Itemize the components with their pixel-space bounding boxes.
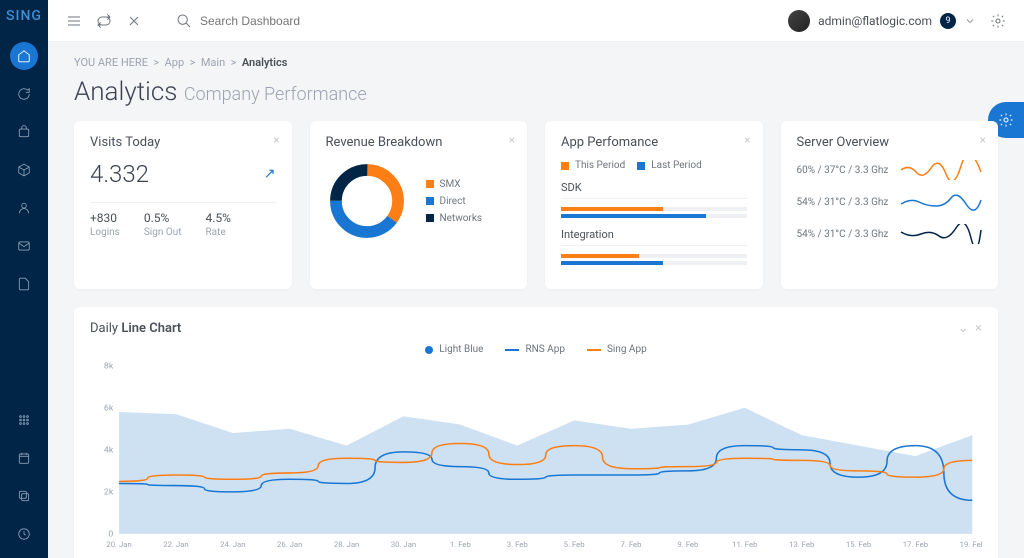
stat-cards: × Visits Today 4.332 ↗ +830Logins 0.5%Si…: [74, 121, 998, 289]
svg-text:9. Feb: 9. Feb: [677, 540, 698, 549]
nav-grid[interactable]: [10, 406, 38, 434]
card-visits: × Visits Today 4.332 ↗ +830Logins 0.5%Si…: [74, 121, 292, 289]
svg-text:19. Feb: 19. Feb: [960, 540, 982, 549]
svg-text:0: 0: [108, 530, 113, 540]
card-title: App Perfomance: [561, 135, 747, 150]
nav-package[interactable]: [10, 156, 38, 184]
svg-text:24. Jan: 24. Jan: [220, 540, 245, 549]
legend-item: Networks: [426, 213, 483, 224]
user-menu[interactable]: admin@flatlogic.com 9: [788, 10, 976, 32]
svg-text:11. Feb: 11. Feb: [732, 540, 757, 549]
search-wrap: [176, 13, 360, 29]
bars-sdk: [561, 207, 747, 218]
svg-text:15. Feb: 15. Feb: [846, 540, 871, 549]
search-input[interactable]: [200, 14, 360, 28]
card-revenue: × Revenue Breakdown SMX Direct Networks: [310, 121, 528, 289]
nav-chat[interactable]: [10, 80, 38, 108]
chart-legend: Light Blue RNS App Sing App: [90, 344, 982, 355]
page-title: Analytics Company Performance: [74, 77, 998, 107]
avatar: [788, 10, 810, 32]
card-title: Daily Line Chart ⌄ ×: [90, 321, 982, 336]
nav-clock[interactable]: [10, 520, 38, 548]
line-chart: 0 2k 4k 6k 8k 20. Jan 22. Jan 24. Jan 26. Jan 28.…: [90, 361, 982, 551]
donut-chart: [326, 160, 408, 242]
logo[interactable]: SING: [2, 8, 46, 24]
svg-text:8k: 8k: [104, 362, 114, 372]
nav-copy[interactable]: [10, 482, 38, 510]
svg-text:5. Feb: 5. Feb: [564, 540, 585, 549]
svg-text:2k: 2k: [104, 488, 114, 498]
settings-icon[interactable]: [990, 13, 1006, 29]
close-icon[interactable]: ×: [509, 133, 515, 147]
breadcrumb: YOU ARE HERE > App > Main > Analytics: [74, 56, 998, 69]
nav-home[interactable]: [10, 42, 38, 70]
chevron-down-icon: [964, 15, 976, 27]
legend-item: SMX: [426, 179, 483, 190]
svg-text:4k: 4k: [104, 446, 114, 456]
card-server: × Server Overview 60% / 37°C / 3.3 Ghz 5…: [781, 121, 999, 289]
svg-text:6k: 6k: [104, 404, 114, 414]
server-row: 60% / 37°C / 3.3 Ghz: [797, 160, 983, 180]
sidebar: SING: [0, 0, 48, 558]
svg-text:13. Feb: 13. Feb: [789, 540, 814, 549]
content: YOU ARE HERE > App > Main > Analytics An…: [48, 42, 1024, 558]
close-icon[interactable]: ×: [980, 133, 986, 147]
svg-text:20. Jan: 20. Jan: [106, 540, 131, 549]
close-icon[interactable]: ×: [744, 133, 750, 147]
svg-text:26. Jan: 26. Jan: [277, 540, 302, 549]
card-title: Server Overview: [797, 135, 983, 150]
card-daily-chart: Daily Line Chart ⌄ × Light Blue RNS App …: [74, 307, 998, 558]
nav-docs[interactable]: [10, 270, 38, 298]
close-icon[interactable]: [126, 13, 142, 29]
svg-text:22. Jan: 22. Jan: [163, 540, 188, 549]
legend-item: Direct: [426, 196, 483, 207]
main: admin@flatlogic.com 9 YOU ARE HERE > App…: [48, 0, 1024, 558]
refresh-icon[interactable]: [96, 13, 112, 29]
collapse-icon[interactable]: ⌄ ×: [958, 321, 982, 336]
visits-value: 4.332 ↗: [90, 160, 276, 188]
server-row: 54% / 31°C / 3.3 Ghz: [797, 224, 983, 244]
server-row: 54% / 31°C / 3.3 Ghz: [797, 192, 983, 212]
svg-text:1. Feb: 1. Feb: [450, 540, 471, 549]
user-email: admin@flatlogic.com: [818, 14, 932, 28]
menu-icon[interactable]: [66, 13, 82, 29]
svg-text:7. Feb: 7. Feb: [621, 540, 642, 549]
card-title: Visits Today: [90, 135, 276, 150]
card-title: Revenue Breakdown: [326, 135, 512, 150]
svg-text:3. Feb: 3. Feb: [507, 540, 528, 549]
topbar: admin@flatlogic.com 9: [48, 0, 1024, 42]
svg-text:17. Feb: 17. Feb: [903, 540, 928, 549]
nav-user[interactable]: [10, 194, 38, 222]
notification-badge: 9: [940, 13, 956, 29]
svg-text:30. Jan: 30. Jan: [391, 540, 416, 549]
card-performance: × App Perfomance This Period Last Period…: [545, 121, 763, 289]
nav-shop[interactable]: [10, 118, 38, 146]
close-icon[interactable]: ×: [273, 133, 279, 147]
nav-mail[interactable]: [10, 232, 38, 260]
nav-calendar[interactable]: [10, 444, 38, 472]
bars-integration: [561, 254, 747, 265]
search-icon[interactable]: [176, 13, 192, 29]
arrow-up-icon: ↗: [264, 166, 276, 182]
svg-text:28. Jan: 28. Jan: [334, 540, 359, 549]
